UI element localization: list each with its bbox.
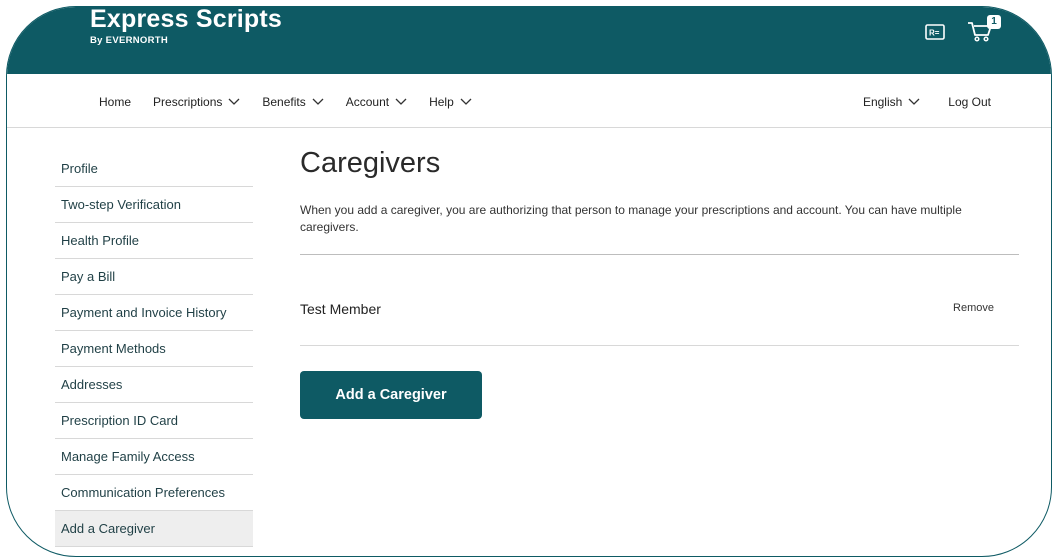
page-title: Caregivers xyxy=(300,147,441,179)
sidebar-item-health-profile[interactable]: Health Profile xyxy=(55,223,253,259)
sidebar-item-two-step-verification[interactable]: Two-step Verification xyxy=(55,187,253,223)
nav-item-label: Help xyxy=(429,95,454,109)
main-content: Caregivers When you add a caregiver, you… xyxy=(300,143,1020,419)
top-bar: Express Scripts By EVERNORTH R= 1 xyxy=(7,7,1051,74)
chevron-down-icon xyxy=(908,98,920,105)
nav-item-account[interactable]: Account xyxy=(346,95,407,109)
chevron-down-icon xyxy=(228,98,240,105)
account-sidebar: Profile Two-step Verification Health Profi… xyxy=(55,151,253,547)
nav-item-home[interactable]: Home xyxy=(99,95,131,109)
language-selector[interactable]: English xyxy=(863,95,920,109)
svg-text:R=: R= xyxy=(929,29,940,38)
nav-item-label: Account xyxy=(345,95,390,109)
nav-right: English Log Out xyxy=(863,95,991,109)
sidebar-item-payment-and-invoice-history[interactable]: Payment and Invoice History xyxy=(55,295,253,331)
nav-item-label: Benefits xyxy=(262,95,306,109)
sidebar-item-prescription-id-card[interactable]: Prescription ID Card xyxy=(55,403,253,439)
language-label: English xyxy=(862,95,903,109)
sidebar-item-addresses[interactable]: Addresses xyxy=(55,367,253,403)
main-nav: Home Prescriptions Benefits Account Help Eng… xyxy=(7,74,1051,128)
app-frame: Express Scripts By EVERNORTH R= 1 Home Pr… xyxy=(6,6,1052,557)
header-icons: R= 1 xyxy=(925,15,1001,48)
brand-byline: By EVERNORTH xyxy=(90,35,169,46)
nav-item-help[interactable]: Help xyxy=(429,95,472,109)
caregiver-name: Test Member xyxy=(300,301,381,317)
chevron-down-icon xyxy=(460,98,472,105)
nav-left: Home Prescriptions Benefits Account Help xyxy=(99,95,472,109)
nav-item-prescriptions[interactable]: Prescriptions xyxy=(153,95,240,109)
sidebar-item-manage-family-access[interactable]: Manage Family Access xyxy=(55,439,253,475)
sidebar-item-payment-methods[interactable]: Payment Methods xyxy=(55,331,253,367)
remove-caregiver-link[interactable]: Remove xyxy=(953,302,994,314)
nav-item-label: Home xyxy=(99,95,132,109)
sidebar-item-pay-a-bill[interactable]: Pay a Bill xyxy=(55,259,253,295)
nav-item-label: Prescriptions xyxy=(153,95,223,109)
sidebar-item-communication-preferences[interactable]: Communication Preferences xyxy=(55,475,253,511)
add-caregiver-button[interactable]: Add a Caregiver xyxy=(300,371,482,419)
chevron-down-icon xyxy=(312,98,324,105)
nav-item-benefits[interactable]: Benefits xyxy=(262,95,324,109)
caregiver-row: Test Member Remove xyxy=(300,255,1019,346)
chevron-down-icon xyxy=(395,98,407,105)
sidebar-item-add-a-caregiver[interactable]: Add a Caregiver xyxy=(55,511,253,547)
brand-logo[interactable]: Express Scripts By EVERNORTH xyxy=(90,6,282,46)
page-description: When you add a caregiver, you are author… xyxy=(300,203,962,234)
brand-name: Express Scripts xyxy=(90,6,282,33)
cart-icon[interactable]: 1 xyxy=(967,15,1001,48)
logout-link[interactable]: Log Out xyxy=(948,95,991,109)
id-card-icon[interactable]: R= xyxy=(925,24,945,45)
sidebar-item-profile[interactable]: Profile xyxy=(55,151,253,187)
cart-count-badge: 1 xyxy=(987,15,1001,29)
